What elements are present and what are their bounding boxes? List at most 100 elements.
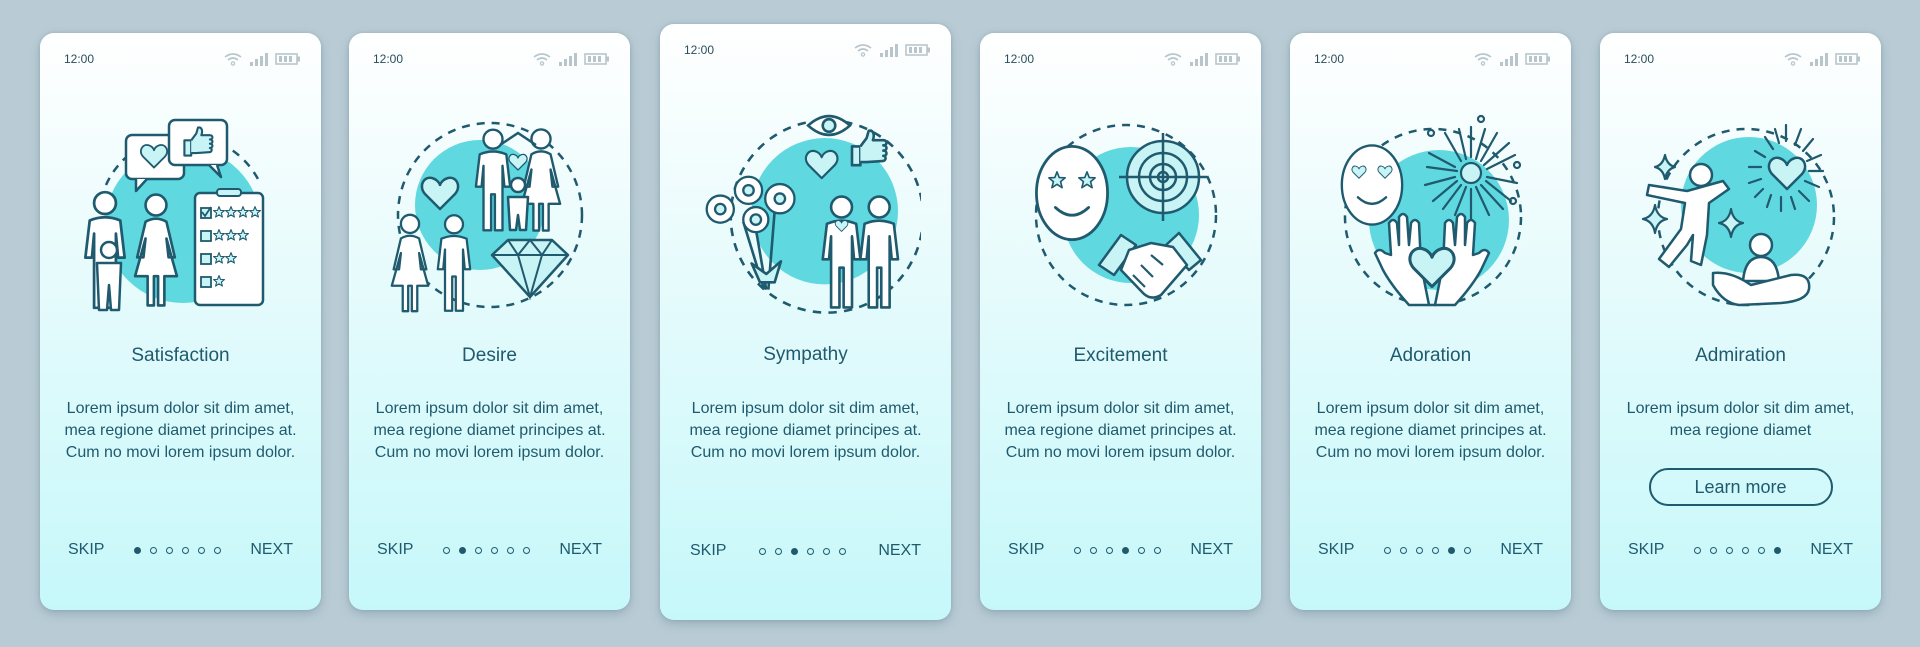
- wifi-icon: [853, 43, 873, 57]
- onboarding-nav: SKIP NEXT: [1628, 541, 1853, 559]
- page-dot[interactable]: [1153, 546, 1161, 554]
- page-dot[interactable]: [1383, 546, 1391, 554]
- next-button[interactable]: NEXT: [1190, 541, 1233, 559]
- card-title: Sympathy: [763, 344, 848, 365]
- page-indicator: [758, 547, 846, 555]
- onboarding-card-admiration: 12:00 Admiration Lorem ipsum dolor sit d…: [1600, 33, 1881, 610]
- page-dot[interactable]: [149, 546, 157, 554]
- page-dot[interactable]: [1089, 546, 1097, 554]
- page-dot[interactable]: [1415, 546, 1423, 554]
- onboarding-nav: SKIP NEXT: [690, 542, 921, 560]
- page-dot[interactable]: [1725, 546, 1733, 554]
- skip-button[interactable]: SKIP: [1628, 541, 1664, 559]
- satisfaction-illustration: [83, 118, 264, 312]
- card-description: Lorem ipsum dolor sit dim amet, mea regi…: [689, 400, 922, 461]
- page-dot[interactable]: [1137, 546, 1145, 554]
- card-title: Excitement: [1073, 345, 1168, 366]
- wifi-icon: [532, 52, 552, 66]
- page-indicator: [1693, 546, 1781, 554]
- battery-icon: [905, 43, 931, 57]
- page-dot[interactable]: [1741, 546, 1749, 554]
- status-bar: 12:00: [64, 51, 301, 67]
- card-title: Satisfaction: [131, 345, 230, 366]
- status-bar: 12:00: [373, 51, 610, 67]
- page-dot[interactable]: [822, 547, 830, 555]
- status-bar: 12:00: [684, 42, 931, 58]
- status-time: 12:00: [64, 52, 95, 66]
- page-dot[interactable]: [1105, 546, 1113, 554]
- page-dot-active[interactable]: [1773, 546, 1781, 554]
- battery-icon: [1215, 52, 1241, 66]
- page-indicator: [1073, 546, 1161, 554]
- wifi-icon: [1783, 52, 1803, 66]
- page-dot[interactable]: [490, 546, 498, 554]
- page-dot[interactable]: [838, 547, 846, 555]
- onboarding-card-excitement: 12:00 Excitement Lorem ipsum dolor sit d…: [980, 33, 1261, 610]
- onboarding-nav: SKIP NEXT: [1008, 541, 1233, 559]
- page-dot[interactable]: [1693, 546, 1701, 554]
- page-dot[interactable]: [474, 546, 482, 554]
- status-bar: 12:00: [1624, 51, 1861, 67]
- page-dot[interactable]: [165, 546, 173, 554]
- skip-button[interactable]: SKIP: [690, 542, 726, 560]
- page-dot[interactable]: [1399, 546, 1407, 554]
- card-title: Adoration: [1389, 345, 1472, 366]
- adoration-illustration: [1340, 114, 1522, 307]
- signal-icon: [1809, 52, 1829, 66]
- card-description: Lorem ipsum dolor sit dim amet, mea regi…: [1314, 400, 1547, 461]
- wifi-icon: [223, 52, 243, 66]
- onboarding-card-adoration: 12:00 Adoration Lorem ipsum dolor sit di…: [1290, 33, 1571, 610]
- signal-icon: [249, 52, 269, 66]
- onboarding-nav: SKIP NEXT: [1318, 541, 1543, 559]
- learn-more-button[interactable]: Learn more: [1648, 468, 1833, 506]
- skip-button[interactable]: SKIP: [1008, 541, 1044, 559]
- skip-button[interactable]: SKIP: [1318, 541, 1354, 559]
- page-dot[interactable]: [213, 546, 221, 554]
- page-indicator: [1383, 546, 1471, 554]
- skip-button[interactable]: SKIP: [68, 541, 104, 559]
- next-button[interactable]: NEXT: [250, 541, 293, 559]
- page-dot[interactable]: [181, 546, 189, 554]
- next-button[interactable]: NEXT: [1500, 541, 1543, 559]
- next-button[interactable]: NEXT: [878, 542, 921, 560]
- page-dot-active[interactable]: [1121, 546, 1129, 554]
- handshake-icon: [1097, 231, 1202, 299]
- status-bar: 12:00: [1004, 51, 1241, 67]
- onboarding-card-satisfaction: 12:00 Satisfaction Lorem ipsum dolor sit…: [40, 33, 321, 610]
- page-dot[interactable]: [506, 546, 514, 554]
- child-icon: [506, 176, 529, 232]
- page-dot-active[interactable]: [133, 546, 141, 554]
- signal-icon: [558, 52, 578, 66]
- onboarding-card-desire: 12:00 Desire Lorem ipsum dolor sit dim a…: [349, 33, 630, 610]
- next-button[interactable]: NEXT: [559, 541, 602, 559]
- wifi-icon: [1163, 52, 1183, 66]
- page-dot[interactable]: [1463, 546, 1471, 554]
- page-dot[interactable]: [1709, 546, 1717, 554]
- page-dot[interactable]: [806, 547, 814, 555]
- page-dot-active[interactable]: [790, 547, 798, 555]
- star-eyes-face-icon: [1034, 144, 1109, 242]
- battery-icon: [1835, 52, 1861, 66]
- status-bar: 12:00: [1314, 51, 1551, 67]
- page-dot[interactable]: [1431, 546, 1439, 554]
- page-dot[interactable]: [1757, 546, 1765, 554]
- battery-icon: [1525, 52, 1551, 66]
- rating-clipboard-icon: [193, 188, 264, 307]
- page-dot-active[interactable]: [458, 546, 466, 554]
- card-title: Admiration: [1695, 345, 1786, 366]
- eye-icon: [805, 114, 852, 137]
- page-dot[interactable]: [774, 547, 782, 555]
- signal-icon: [879, 43, 899, 57]
- signal-icon: [1499, 52, 1519, 66]
- page-dot[interactable]: [758, 547, 766, 555]
- next-button[interactable]: NEXT: [1810, 541, 1853, 559]
- status-time: 12:00: [1314, 52, 1345, 66]
- page-dot[interactable]: [522, 546, 530, 554]
- page-dot[interactable]: [1073, 546, 1081, 554]
- skip-button[interactable]: SKIP: [377, 541, 413, 559]
- card-description: Lorem ipsum dolor sit dim amet, mea regi…: [64, 400, 297, 461]
- diamond-icon: [490, 238, 569, 301]
- page-dot[interactable]: [442, 546, 450, 554]
- page-dot-active[interactable]: [1447, 546, 1455, 554]
- page-dot[interactable]: [197, 546, 205, 554]
